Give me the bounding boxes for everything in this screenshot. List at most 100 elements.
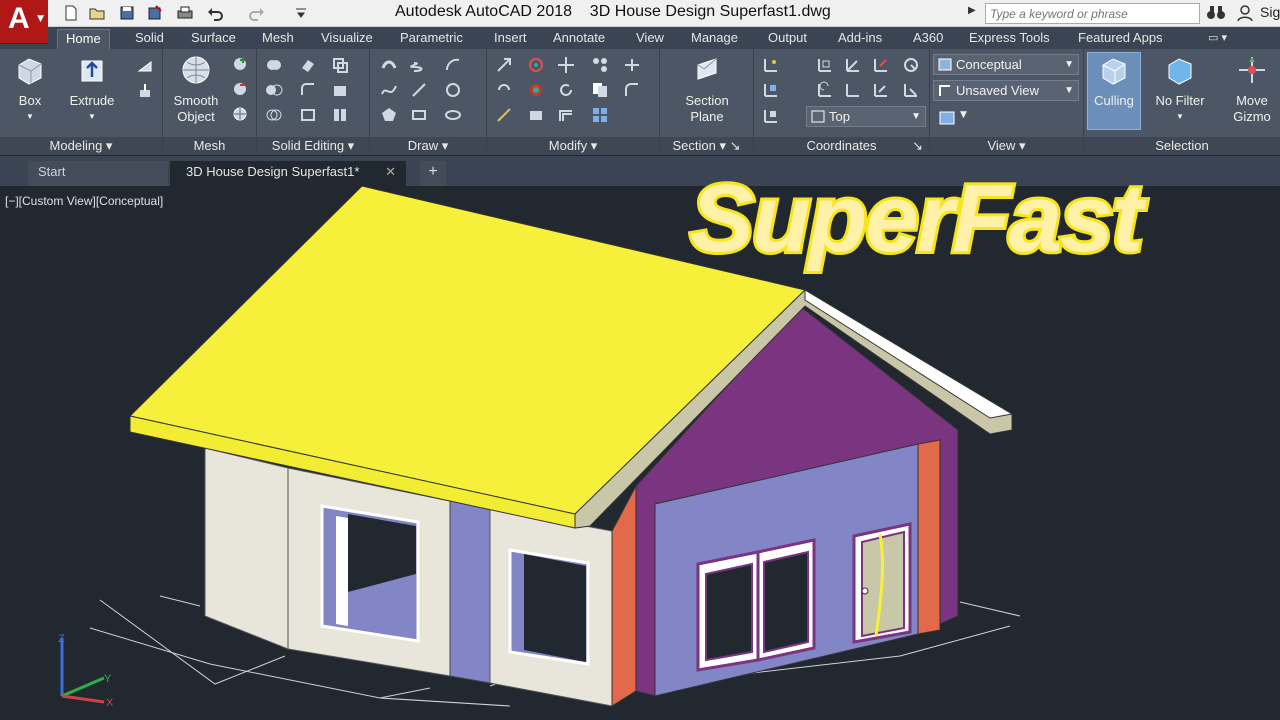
ellipse-icon[interactable] — [444, 106, 462, 124]
wedge-icon[interactable] — [136, 57, 154, 75]
ribbon-options-icon[interactable]: ▭ ▾ — [1208, 29, 1227, 49]
tab-express-tools[interactable]: Express Tools — [969, 29, 1050, 49]
search-input[interactable] — [985, 3, 1200, 24]
expand-arrow-icon[interactable]: ▶ — [968, 5, 976, 16]
culling-button[interactable]: Culling — [1087, 52, 1141, 130]
ucs-named-icon[interactable] — [902, 56, 920, 74]
redo-icon[interactable] — [248, 4, 266, 22]
fillet-edge-icon[interactable] — [299, 81, 317, 99]
view-panel-title[interactable]: View ▾ — [930, 137, 1083, 155]
new-tab-button[interactable]: + — [420, 161, 446, 186]
circle-icon[interactable] — [444, 81, 462, 99]
tab-surface[interactable]: Surface — [191, 29, 236, 49]
new-file-icon[interactable] — [62, 4, 80, 22]
rotate-icon[interactable] — [557, 81, 575, 99]
no-filter-button[interactable]: No Filter ▼ — [1148, 53, 1212, 125]
save-icon[interactable] — [118, 4, 136, 22]
extrude-button[interactable]: Extrude ▼ — [66, 53, 118, 125]
ucs-origin-icon[interactable] — [844, 56, 862, 74]
subtract-icon[interactable] — [265, 81, 283, 99]
chevron-down-icon[interactable]: ▼ — [960, 110, 967, 120]
align-icon[interactable] — [623, 56, 641, 74]
3d-array-icon[interactable] — [591, 56, 609, 74]
drawing-tab[interactable]: 3D House Design Superfast1* ✕ — [170, 161, 406, 186]
ucs-3point-icon[interactable] — [872, 56, 890, 74]
view-preset-dropdown[interactable]: Top ▼ — [806, 106, 926, 127]
box-button[interactable]: Box ▼ — [10, 53, 50, 125]
3d-rotate-icon[interactable] — [527, 56, 545, 74]
tab-parametric[interactable]: Parametric — [400, 29, 463, 49]
mirror-icon[interactable] — [495, 106, 513, 124]
separate-icon[interactable] — [331, 106, 349, 124]
tab-insert[interactable]: Insert — [494, 29, 527, 49]
open-folder-icon[interactable] — [88, 4, 106, 22]
presspull-icon[interactable] — [136, 82, 154, 100]
slice-icon[interactable] — [299, 56, 317, 74]
save-as-icon[interactable] — [146, 4, 164, 22]
tab-output[interactable]: Output — [768, 29, 807, 49]
extract-edges-icon[interactable] — [331, 81, 349, 99]
viewport-config-icon[interactable] — [938, 109, 956, 127]
ucs-icon[interactable] — [762, 56, 780, 74]
3d-scale-icon[interactable] — [527, 81, 545, 99]
sign-in-link[interactable]: Sig — [1260, 4, 1280, 20]
ucs-z-icon[interactable] — [902, 81, 920, 99]
tab-add-ins[interactable]: Add-ins — [838, 29, 882, 49]
ucs-view-icon[interactable] — [762, 81, 780, 99]
shell-icon[interactable] — [299, 106, 317, 124]
selection-panel-title[interactable]: Selection — [1084, 137, 1280, 155]
tab-visualize[interactable]: Visualize — [321, 29, 373, 49]
ucs-x-icon[interactable] — [844, 81, 862, 99]
rectangle-icon[interactable] — [410, 106, 428, 124]
arc-icon[interactable] — [444, 56, 462, 74]
smooth-object-button[interactable]: Smooth Object — [166, 53, 226, 125]
section-plane-button[interactable]: Section Plane — [676, 53, 738, 125]
3d-align-icon[interactable] — [495, 81, 513, 99]
tab-view[interactable]: View — [636, 29, 664, 49]
line-icon[interactable] — [410, 81, 428, 99]
user-icon[interactable] — [1236, 4, 1254, 22]
move-icon[interactable] — [557, 56, 575, 74]
fillet-icon[interactable] — [623, 81, 641, 99]
modeling-panel-title[interactable]: Modeling ▾ — [0, 137, 162, 155]
array-icon[interactable] — [591, 106, 609, 124]
union-icon[interactable] — [265, 56, 283, 74]
binoculars-icon[interactable] — [1206, 4, 1226, 22]
undo-icon[interactable] — [206, 4, 224, 22]
application-menu-button[interactable]: A ▼ — [0, 0, 48, 44]
intersect-icon[interactable] — [265, 106, 283, 124]
ucs-face-icon[interactable] — [762, 107, 780, 125]
tab-mesh[interactable]: Mesh — [262, 29, 294, 49]
draw-panel-title[interactable]: Draw ▾ — [370, 137, 486, 155]
helix-icon[interactable] — [410, 56, 428, 74]
ucs-y-icon[interactable] — [872, 81, 890, 99]
copy-icon[interactable] — [591, 81, 609, 99]
tab-featured-apps[interactable]: Featured Apps — [1078, 29, 1163, 49]
3d-mirror-icon[interactable] — [527, 106, 545, 124]
solid-editing-panel-title[interactable]: Solid Editing ▾ — [257, 137, 369, 155]
ucs-icon[interactable]: Z Y X — [58, 633, 114, 709]
named-view-dropdown[interactable]: Unsaved View ▼ — [933, 80, 1079, 101]
offset-icon[interactable] — [557, 106, 575, 124]
spline-icon[interactable] — [380, 81, 398, 99]
tab-solid[interactable]: Solid — [135, 29, 164, 49]
ucs-world-icon[interactable] — [816, 56, 834, 74]
customize-toolbar-icon[interactable] — [292, 4, 310, 22]
tab-annotate[interactable]: Annotate — [553, 29, 605, 49]
modify-panel-title[interactable]: Modify ▾ — [487, 137, 659, 155]
visual-style-dropdown[interactable]: Conceptual ▼ — [933, 54, 1079, 75]
coordinates-panel-title[interactable]: Coordinates ↘ — [754, 137, 929, 155]
polysolid-icon[interactable] — [380, 56, 398, 74]
mesh-smooth-more-icon[interactable] — [231, 55, 249, 73]
mesh-refine-icon[interactable] — [231, 105, 249, 123]
polygon-icon[interactable] — [380, 106, 398, 124]
3d-move-icon[interactable] — [495, 56, 513, 74]
mesh-panel-title[interactable]: Mesh — [163, 137, 256, 155]
tab-home[interactable]: Home — [57, 29, 110, 49]
close-icon[interactable]: ✕ — [385, 161, 396, 183]
section-panel-title[interactable]: Section ▾ ↘ — [660, 137, 753, 155]
start-tab[interactable]: Start — [28, 161, 168, 186]
interfere-icon[interactable] — [331, 56, 349, 74]
tab-manage[interactable]: Manage — [691, 29, 738, 49]
drawing-viewport[interactable]: [−][Custom View][Conceptual] Z Y X Super… — [0, 162, 1280, 720]
